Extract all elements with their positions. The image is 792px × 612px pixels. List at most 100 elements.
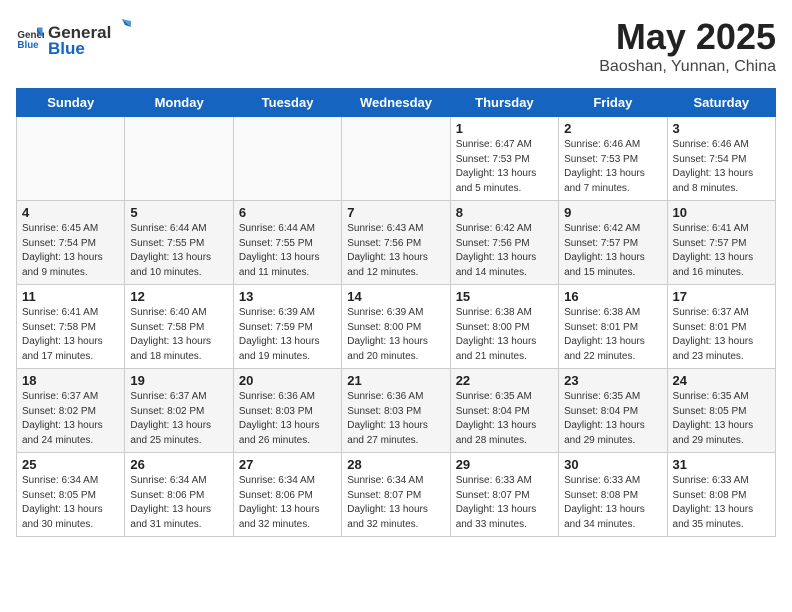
weekday-header: Tuesday — [233, 89, 341, 117]
day-number: 20 — [239, 373, 336, 388]
location-title: Baoshan, Yunnan, China — [599, 58, 776, 76]
weekday-header: Friday — [559, 89, 667, 117]
calendar-week-row: 11 Sunrise: 6:41 AM Sunset: 7:58 PM Dayli… — [17, 285, 776, 369]
title-block: May 2025 Baoshan, Yunnan, China — [599, 16, 776, 76]
day-number: 4 — [22, 205, 119, 220]
calendar-day-cell — [17, 117, 125, 201]
calendar-day-cell: 1 Sunrise: 6:47 AM Sunset: 7:53 PM Daylig… — [450, 117, 558, 201]
day-number: 24 — [673, 373, 770, 388]
calendar-header-row: SundayMondayTuesdayWednesdayThursdayFrid… — [17, 89, 776, 117]
calendar-day-cell: 11 Sunrise: 6:41 AM Sunset: 7:58 PM Dayli… — [17, 285, 125, 369]
day-number: 15 — [456, 289, 553, 304]
day-number: 2 — [564, 121, 661, 136]
day-number: 23 — [564, 373, 661, 388]
day-number: 26 — [130, 457, 227, 472]
weekday-header: Wednesday — [342, 89, 450, 117]
weekday-header: Monday — [125, 89, 233, 117]
day-number: 14 — [347, 289, 444, 304]
day-number: 18 — [22, 373, 119, 388]
calendar-day-cell: 13 Sunrise: 6:39 AM Sunset: 7:59 PM Dayli… — [233, 285, 341, 369]
calendar-day-cell: 8 Sunrise: 6:42 AM Sunset: 7:56 PM Daylig… — [450, 201, 558, 285]
calendar-day-cell — [125, 117, 233, 201]
calendar-day-cell: 22Sunrise: 6:35 AM Sunset: 8:04 PM Dayli… — [450, 369, 558, 453]
day-info: Sunrise: 6:34 AM Sunset: 8:06 PM Dayligh… — [130, 474, 227, 532]
day-info: Sunrise: 6:35 AM Sunset: 8:05 PM Dayligh… — [673, 390, 770, 448]
calendar-day-cell: 21Sunrise: 6:36 AM Sunset: 8:03 PM Dayli… — [342, 369, 450, 453]
weekday-header: Sunday — [17, 89, 125, 117]
calendar-day-cell: 25Sunrise: 6:34 AM Sunset: 8:05 PM Dayli… — [17, 453, 125, 537]
day-info: Sunrise: 6:35 AM Sunset: 8:04 PM Dayligh… — [564, 390, 661, 448]
calendar-day-cell: 23 Sunrise: 6:35 AM Sunset: 8:04 PM Dayli… — [559, 369, 667, 453]
day-info: Sunrise: 6:37 AM Sunset: 8:02 PM Dayligh… — [130, 390, 227, 448]
weekday-header: Saturday — [667, 89, 775, 117]
day-info: Sunrise: 6:44 AM Sunset: 7:55 PM Dayligh… — [130, 222, 227, 280]
day-number: 11 — [22, 289, 119, 304]
calendar-day-cell: 12Sunrise: 6:40 AM Sunset: 7:58 PM Dayli… — [125, 285, 233, 369]
day-number: 31 — [673, 457, 770, 472]
calendar-table: SundayMondayTuesdayWednesdayThursdayFrid… — [16, 88, 776, 537]
day-info: Sunrise: 6:40 AM Sunset: 7:58 PM Dayligh… — [130, 306, 227, 364]
day-info: Sunrise: 6:41 AM Sunset: 7:58 PM Dayligh… — [22, 306, 119, 364]
svg-text:Blue: Blue — [17, 39, 39, 50]
day-info: Sunrise: 6:37 AM Sunset: 8:01 PM Dayligh… — [673, 306, 770, 364]
day-info: Sunrise: 6:39 AM Sunset: 8:00 PM Dayligh… — [347, 306, 444, 364]
calendar-week-row: 1 Sunrise: 6:47 AM Sunset: 7:53 PM Daylig… — [17, 117, 776, 201]
day-number: 5 — [130, 205, 227, 220]
calendar-week-row: 25Sunrise: 6:34 AM Sunset: 8:05 PM Dayli… — [17, 453, 776, 537]
calendar-day-cell: 16Sunrise: 6:38 AM Sunset: 8:01 PM Dayli… — [559, 285, 667, 369]
day-info: Sunrise: 6:37 AM Sunset: 8:02 PM Dayligh… — [22, 390, 119, 448]
day-number: 28 — [347, 457, 444, 472]
calendar-day-cell: 5 Sunrise: 6:44 AM Sunset: 7:55 PM Daylig… — [125, 201, 233, 285]
calendar-day-cell: 31 Sunrise: 6:33 AM Sunset: 8:08 PM Dayli… — [667, 453, 775, 537]
day-number: 10 — [673, 205, 770, 220]
calendar-day-cell: 24 Sunrise: 6:35 AM Sunset: 8:05 PM Dayli… — [667, 369, 775, 453]
calendar-day-cell: 27 Sunrise: 6:34 AM Sunset: 8:06 PM Dayli… — [233, 453, 341, 537]
day-number: 3 — [673, 121, 770, 136]
day-info: Sunrise: 6:34 AM Sunset: 8:05 PM Dayligh… — [22, 474, 119, 532]
day-number: 21 — [347, 373, 444, 388]
day-info: Sunrise: 6:33 AM Sunset: 8:08 PM Dayligh… — [564, 474, 661, 532]
day-info: Sunrise: 6:42 AM Sunset: 7:56 PM Dayligh… — [456, 222, 553, 280]
day-info: Sunrise: 6:34 AM Sunset: 8:06 PM Dayligh… — [239, 474, 336, 532]
calendar-day-cell: 19 Sunrise: 6:37 AM Sunset: 8:02 PM Dayli… — [125, 369, 233, 453]
calendar-day-cell: 26 Sunrise: 6:34 AM Sunset: 8:06 PM Dayli… — [125, 453, 233, 537]
month-title: May 2025 — [599, 16, 776, 58]
calendar-day-cell: 17 Sunrise: 6:37 AM Sunset: 8:01 PM Dayli… — [667, 285, 775, 369]
logo: General Blue General Blue — [16, 16, 133, 59]
day-info: Sunrise: 6:34 AM Sunset: 8:07 PM Dayligh… — [347, 474, 444, 532]
calendar-day-cell: 7 Sunrise: 6:43 AM Sunset: 7:56 PM Daylig… — [342, 201, 450, 285]
calendar-day-cell: 2Sunrise: 6:46 AM Sunset: 7:53 PM Daylig… — [559, 117, 667, 201]
day-number: 13 — [239, 289, 336, 304]
calendar-day-cell — [233, 117, 341, 201]
calendar-day-cell: 28 Sunrise: 6:34 AM Sunset: 8:07 PM Dayli… — [342, 453, 450, 537]
page-header: General Blue General Blue May 2025 Baosh… — [16, 16, 776, 76]
calendar-day-cell: 10Sunrise: 6:41 AM Sunset: 7:57 PM Dayli… — [667, 201, 775, 285]
day-info: Sunrise: 6:33 AM Sunset: 8:07 PM Dayligh… — [456, 474, 553, 532]
calendar-day-cell: 15Sunrise: 6:38 AM Sunset: 8:00 PM Dayli… — [450, 285, 558, 369]
day-number: 16 — [564, 289, 661, 304]
calendar-day-cell: 4Sunrise: 6:45 AM Sunset: 7:54 PM Daylig… — [17, 201, 125, 285]
calendar-day-cell: 30Sunrise: 6:33 AM Sunset: 8:08 PM Dayli… — [559, 453, 667, 537]
day-number: 27 — [239, 457, 336, 472]
day-number: 8 — [456, 205, 553, 220]
calendar-day-cell — [342, 117, 450, 201]
day-number: 1 — [456, 121, 553, 136]
day-info: Sunrise: 6:33 AM Sunset: 8:08 PM Dayligh… — [673, 474, 770, 532]
day-number: 19 — [130, 373, 227, 388]
weekday-header: Thursday — [450, 89, 558, 117]
calendar-day-cell: 14 Sunrise: 6:39 AM Sunset: 8:00 PM Dayli… — [342, 285, 450, 369]
day-number: 7 — [347, 205, 444, 220]
day-number: 6 — [239, 205, 336, 220]
day-number: 17 — [673, 289, 770, 304]
day-number: 29 — [456, 457, 553, 472]
calendar-day-cell: 6Sunrise: 6:44 AM Sunset: 7:55 PM Daylig… — [233, 201, 341, 285]
day-info: Sunrise: 6:39 AM Sunset: 7:59 PM Dayligh… — [239, 306, 336, 364]
calendar-day-cell: 3Sunrise: 6:46 AM Sunset: 7:54 PM Daylig… — [667, 117, 775, 201]
calendar-week-row: 4Sunrise: 6:45 AM Sunset: 7:54 PM Daylig… — [17, 201, 776, 285]
day-info: Sunrise: 6:42 AM Sunset: 7:57 PM Dayligh… — [564, 222, 661, 280]
day-info: Sunrise: 6:35 AM Sunset: 8:04 PM Dayligh… — [456, 390, 553, 448]
day-info: Sunrise: 6:36 AM Sunset: 8:03 PM Dayligh… — [239, 390, 336, 448]
day-info: Sunrise: 6:47 AM Sunset: 7:53 PM Dayligh… — [456, 138, 553, 196]
logo-bird-icon — [111, 16, 133, 38]
day-info: Sunrise: 6:43 AM Sunset: 7:56 PM Dayligh… — [347, 222, 444, 280]
